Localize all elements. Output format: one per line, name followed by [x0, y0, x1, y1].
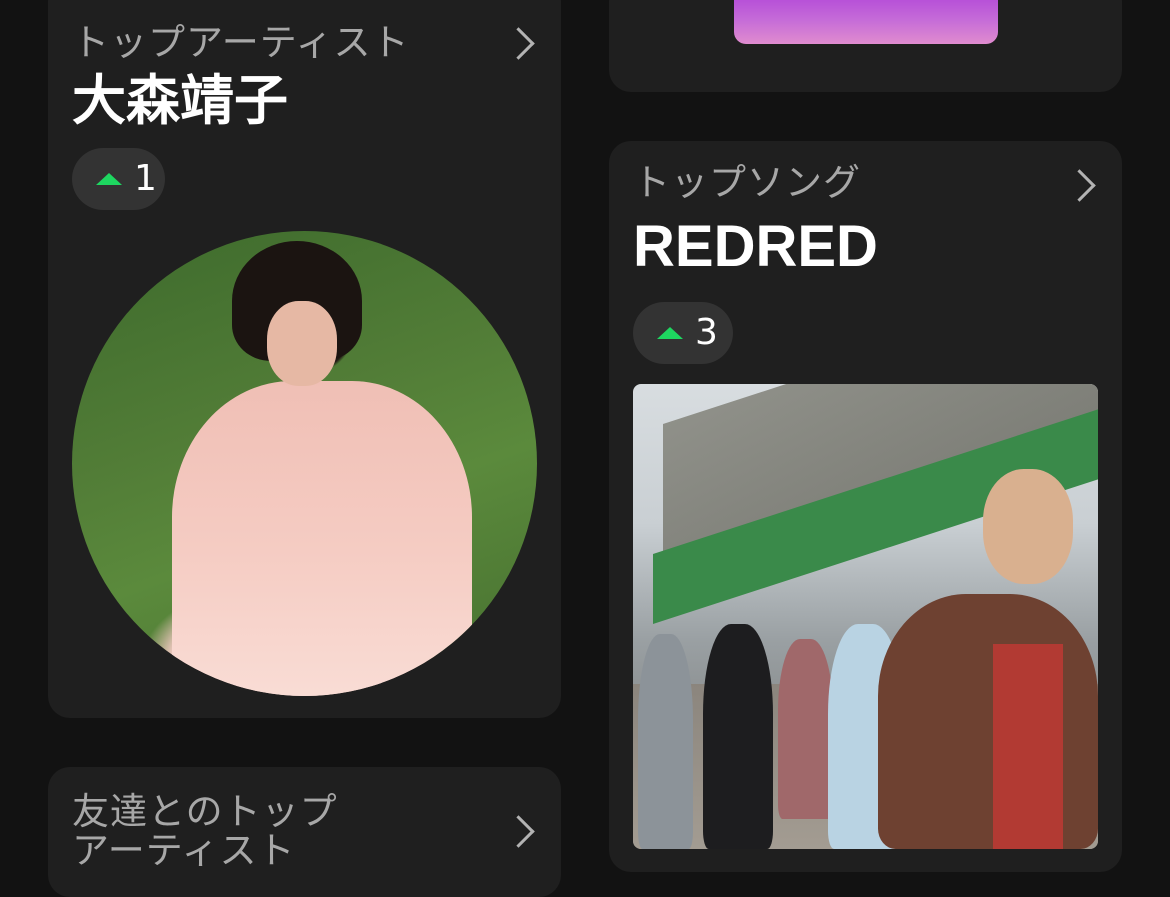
artist-photo: [72, 231, 537, 696]
artwork-person: [703, 624, 773, 849]
top-artist-name: 大森靖子: [72, 69, 288, 132]
artist-photo-face: [267, 301, 337, 386]
artist-photo-dress: [172, 381, 472, 696]
artwork-person: [778, 639, 833, 819]
friends-card-label-line2: アーティスト: [72, 829, 296, 872]
artwork-shirt: [993, 644, 1063, 849]
top-artist-label: トップアーティスト: [72, 21, 410, 64]
artwork-person: [878, 594, 1098, 849]
artist-rank-number: 1: [134, 158, 157, 199]
top-song-label: トップソング: [633, 161, 861, 204]
triangle-up-icon: [96, 173, 122, 185]
artwork-person: [638, 634, 693, 849]
artist-rank-badge: 1: [72, 148, 165, 210]
artwork-head: [983, 469, 1073, 584]
gradient-art: [734, 0, 998, 44]
song-artwork: [633, 384, 1098, 849]
friends-card-label-line1: 友達とのトップ: [72, 790, 338, 833]
top-song-title: REDRED: [633, 214, 878, 279]
song-rank-badge: 3: [633, 302, 733, 364]
song-rank-number: 3: [695, 312, 718, 353]
triangle-up-icon: [657, 327, 683, 339]
